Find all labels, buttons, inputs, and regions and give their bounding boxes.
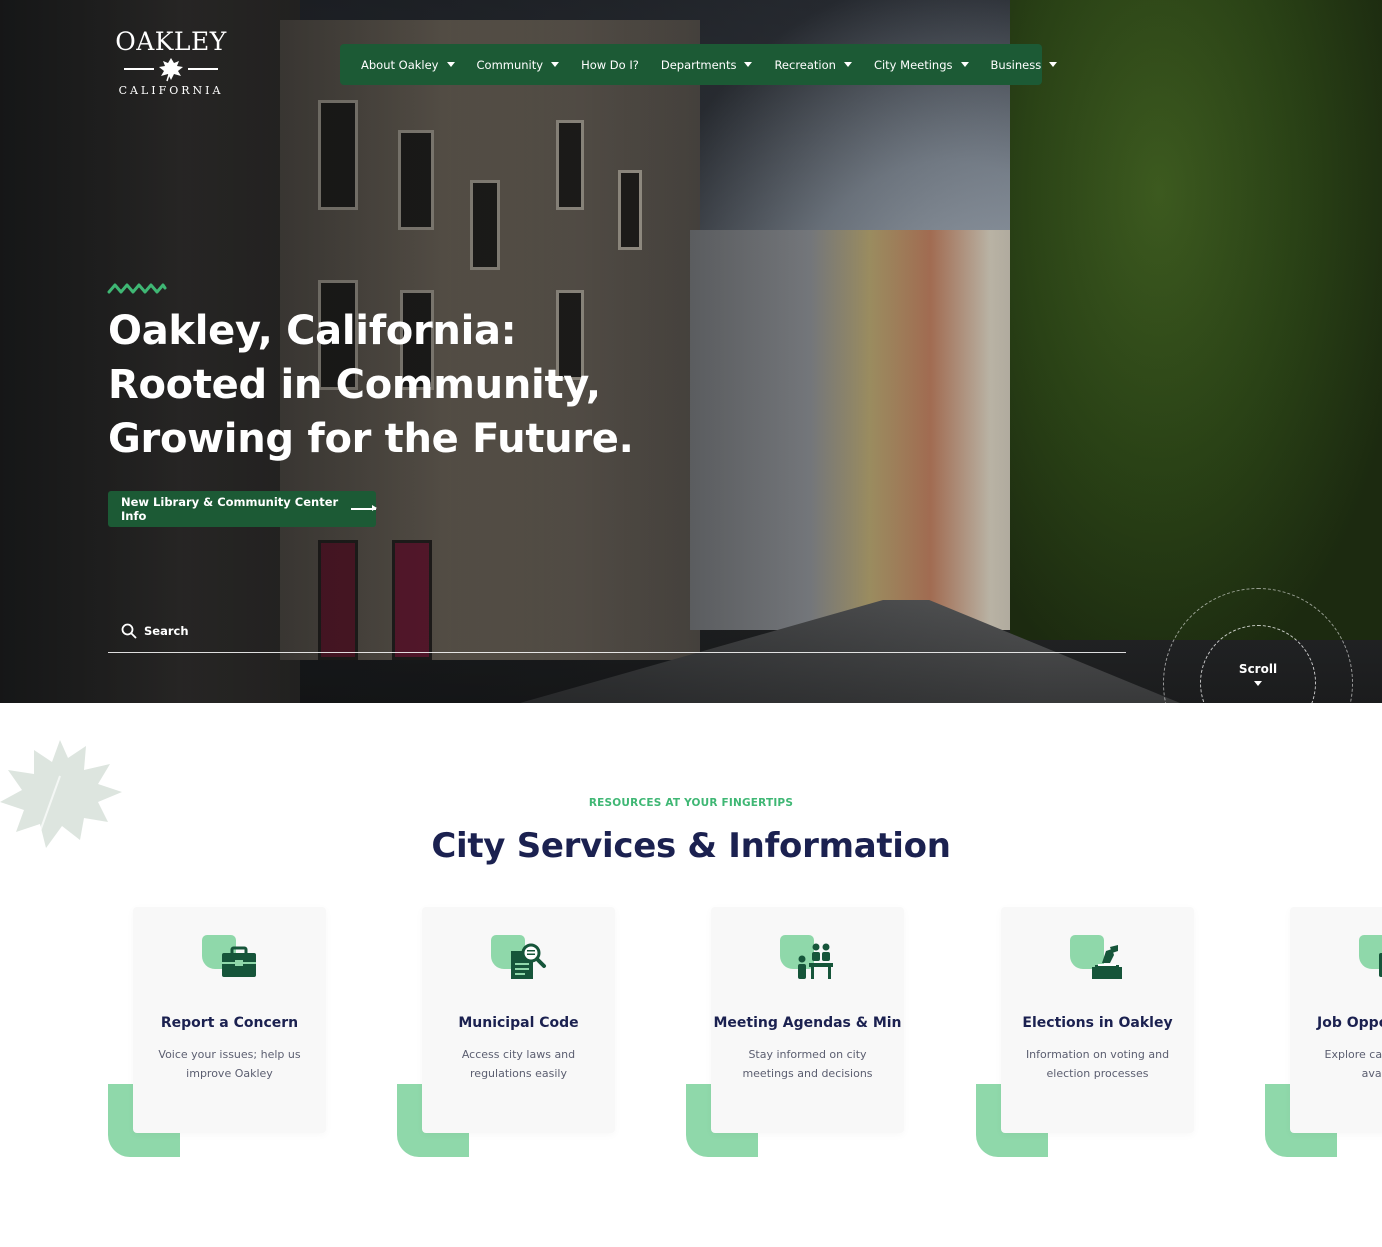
section-title: City Services & Information [431,826,951,866]
nav-item-city-meetings[interactable]: City Meetings [874,58,969,72]
scroll-label: Scroll [1238,662,1278,676]
cta-label: New Library & Community Center Info [121,495,339,523]
chevron-down-icon [960,62,969,67]
briefcase-icon [202,935,258,983]
card-description: Access city laws and regulations easily [461,1048,576,1080]
service-card-wrapper: Elections in Oakley Information on votin… [976,907,1194,1157]
arrow-right-icon [350,506,378,511]
main-navigation: About Oakley Community How Do I? Departm… [340,44,1058,85]
squiggle-decoration-icon [107,283,167,294]
logo-subtitle: CALIFORNIA [118,84,224,97]
chevron-down-icon [1254,681,1262,686]
chevron-down-icon [1049,62,1058,67]
site-logo[interactable]: OAKLEY CALIFORNIA [112,27,230,98]
search-input[interactable] [144,621,744,641]
library-info-button[interactable]: New Library & Community Center Info [108,491,378,527]
nav-item-label: Recreation [774,57,836,72]
search-icon[interactable] [121,623,137,639]
service-card-wrapper: Report a Concern Voice your issues; help… [108,907,326,1157]
oak-leaf-icon [112,56,230,82]
hero-title-line: Oakley, California: [108,308,517,354]
nav-item-recreation[interactable]: Recreation [774,58,852,72]
meeting-people-icon [780,935,836,983]
card-description: Stay informed on city meetings and decis… [742,1048,873,1080]
job-icon [1359,935,1382,983]
chevron-down-icon [446,62,455,67]
service-card-meeting-agendas[interactable]: Meeting Agendas & Min Stay informed on c… [711,907,904,1133]
hero-title: Oakley, California: Rooted in Community,… [108,304,668,466]
card-title: Report a Concern [160,1015,299,1031]
service-card-municipal-code[interactable]: Municipal Code Access city laws and regu… [422,907,615,1133]
nav-item-how-do-i[interactable]: How Do I? [581,58,639,72]
nav-item-label: Departments [660,57,737,72]
nav-item-business[interactable]: Business [991,58,1058,72]
card-description: Explore career options available [1324,1048,1382,1080]
service-card-wrapper: Municipal Code Access city laws and regu… [397,907,615,1157]
card-title: Job Opportunities [1317,1015,1382,1031]
card-description: Voice your issues; help us improve Oakle… [158,1048,301,1080]
ballot-box-icon [1070,935,1126,983]
nav-item-community[interactable]: Community [477,58,560,72]
section-eyebrow: RESOURCES AT YOUR FINGERTIPS [588,797,794,809]
nav-item-label: Community [476,57,544,72]
scroll-indicator[interactable]: Scroll [1163,588,1353,703]
service-card-report-concern[interactable]: Report a Concern Voice your issues; help… [133,907,326,1133]
card-title: Elections in Oakley [1022,1015,1173,1031]
card-title: Meeting Agendas & Min [713,1015,902,1031]
chevron-down-icon [551,62,560,67]
nav-item-departments[interactable]: Departments [661,58,753,72]
document-search-icon [491,935,547,983]
nav-item-label: How Do I? [581,57,639,72]
nav-item-label: Business [990,57,1042,72]
service-card-job-opportunities[interactable]: Job Opportunities Explore career options… [1290,907,1382,1133]
nav-item-about-oakley[interactable]: About Oakley [361,58,455,72]
service-card-elections[interactable]: Elections in Oakley Information on votin… [1001,907,1194,1133]
logo-wordmark: OAKLEY [115,27,227,56]
nav-item-label: About Oakley [361,57,439,72]
card-description: Information on voting and election proce… [1025,1048,1170,1080]
chevron-down-icon [843,62,852,67]
chevron-down-icon [744,62,753,67]
nav-item-label: City Meetings [873,57,953,72]
hero-title-line: Rooted in Community, [108,362,601,408]
service-card-wrapper: Job Opportunities Explore career options… [1265,907,1382,1157]
hero-title-line: Growing for the Future. [108,416,634,462]
card-title: Municipal Code [458,1015,579,1031]
service-card-wrapper: Meeting Agendas & Min Stay informed on c… [686,907,904,1157]
search-bar [108,615,1126,653]
hero-section: OAKLEY CALIFORNIA About Oakley Community… [0,0,1382,703]
